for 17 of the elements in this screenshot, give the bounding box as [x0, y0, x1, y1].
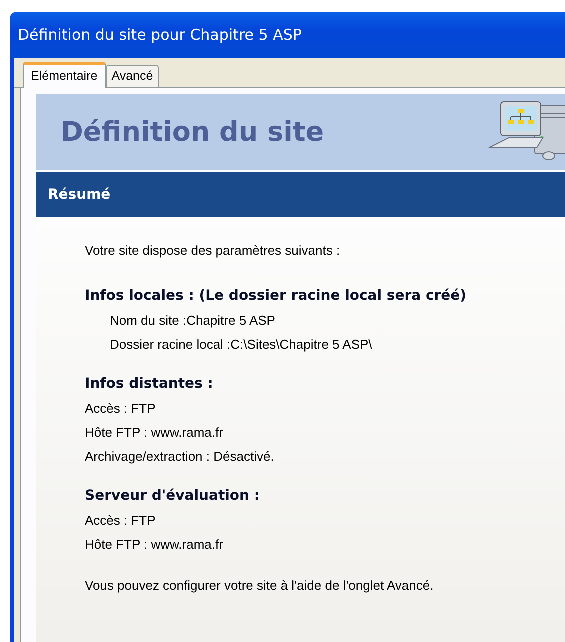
summary-line: Archivage/extraction : Désactivé.: [85, 449, 276, 464]
summary-line: Hôte FTP : www.rama.fr: [85, 425, 224, 440]
window-title: Définition du site pour Chapitre 5 ASP: [18, 26, 302, 44]
summary-line: Nom du site :Chapitre 5 ASP: [109, 313, 276, 328]
summary-line: Accès : FTP: [85, 401, 157, 416]
section-heading: Infos distantes :: [85, 376, 214, 392]
intro-text: Votre site dispose des paramètres suivants :: [85, 243, 342, 258]
summary-line: Dossier racine local :C:\Sites\Chapitre 5 ASP\: [109, 337, 374, 352]
tab[interactable]: Avancé: [106, 65, 160, 87]
section-heading: Infos locales : (Le dossier racine local sera créé): [85, 288, 468, 304]
section-title: Résumé: [48, 186, 111, 202]
summary-line: Accès : FTP: [85, 513, 157, 528]
tab[interactable]: Elémentaire: [23, 62, 106, 88]
footer-text: Vous pouvez configurer votre site à l'aide de l'onglet Avancé.: [85, 578, 435, 593]
header-title: Définition du site: [61, 116, 324, 148]
section-heading: Serveur d'évaluation :: [85, 488, 261, 504]
summary-line: Hôte FTP : www.rama.fr: [85, 537, 224, 552]
